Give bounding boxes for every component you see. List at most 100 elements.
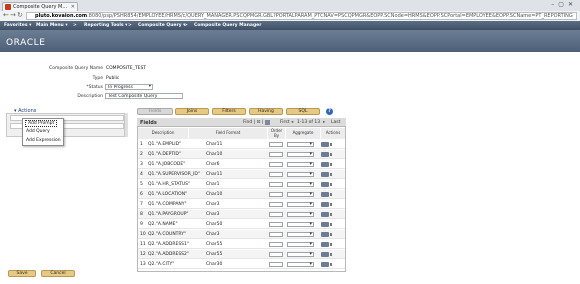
row-actions-icon[interactable] <box>321 141 332 147</box>
url-domain: pluto.kovaion.com <box>35 13 88 19</box>
row-description: Q2."A.ADDRESS1" <box>148 242 189 247</box>
favorites-menu[interactable]: Favorites ▾ <box>4 21 31 30</box>
row-number: 13 <box>140 262 146 267</box>
row-actions-icon[interactable] <box>321 231 332 237</box>
actions-menu: Add Prompt Add Query Add Expression <box>22 118 64 146</box>
row-actions-icon[interactable] <box>321 181 332 187</box>
aggregate-select[interactable] <box>287 201 314 207</box>
status-select-value: In Progress <box>108 85 133 90</box>
row-actions-icon[interactable] <box>321 251 332 257</box>
grid-view-icon[interactable] <box>265 120 270 125</box>
aggregate-select[interactable] <box>287 141 314 147</box>
aggregate-select[interactable] <box>287 191 314 197</box>
actions-scrollbar[interactable] <box>124 113 128 137</box>
tab-joins[interactable]: Joins <box>175 108 209 115</box>
row-field-format: Char10 <box>206 192 223 197</box>
row-number: 8 <box>140 212 143 217</box>
address-bar[interactable]: pluto.kovaion.com:8080/psp/PSHR854/EMPLO… <box>26 12 577 20</box>
save-button[interactable]: Save <box>8 270 36 277</box>
cancel-button[interactable]: Cancel <box>41 270 75 277</box>
main-menu[interactable]: Main Menu ▾ <box>36 21 68 30</box>
order-by-input[interactable] <box>269 261 283 267</box>
window-controls[interactable]: –▢✕ <box>551 1 577 8</box>
row-field-format: Char3 <box>206 202 220 207</box>
menu-item-add-prompt[interactable]: Add Prompt <box>25 120 58 127</box>
next-icon[interactable]: ▸ <box>323 120 325 125</box>
aggregate-select[interactable] <box>287 241 314 247</box>
browser-tab[interactable]: Composite Query M... ✕ <box>2 2 78 11</box>
aggregate-select[interactable] <box>287 161 314 167</box>
aggregate-select[interactable] <box>287 261 314 267</box>
order-by-input[interactable] <box>269 251 283 257</box>
aggregate-select[interactable] <box>287 231 314 237</box>
type-label: Type <box>92 76 103 81</box>
tab-having[interactable]: Having <box>249 108 283 115</box>
breadcrumb-separator: > <box>128 23 132 28</box>
table-row: 6 Q1."A.LOCATION" Char10 <box>138 190 345 199</box>
aggregate-select[interactable] <box>287 151 314 157</box>
column-header-order-by: Order By <box>268 128 285 139</box>
breadcrumb-reporting-tools[interactable]: Reporting Tools ▾ <box>84 21 127 30</box>
aggregate-select[interactable] <box>287 171 314 177</box>
breadcrumb-separator: > <box>73 23 77 28</box>
status-select[interactable]: In Progress ▾ <box>105 84 153 90</box>
back-icon[interactable]: ← <box>3 11 9 20</box>
chevron-down-icon: ▾ <box>148 84 151 89</box>
tab-filters[interactable]: Filters <box>212 108 246 115</box>
breadcrumb-composite-query-manager[interactable]: Composite Query Manager <box>194 21 261 30</box>
order-by-input[interactable] <box>269 181 283 187</box>
row-description: Q2."A.CITY" <box>148 262 175 267</box>
row-field-format: Char50 <box>206 222 223 227</box>
menu-item-add-expression[interactable]: Add Expression <box>26 138 61 143</box>
order-by-input[interactable] <box>269 211 283 217</box>
order-by-input[interactable] <box>269 151 283 157</box>
table-row: 2 Q1."A.DEPTID" Char10 <box>138 150 345 159</box>
row-actions-icon[interactable] <box>321 191 332 197</box>
row-field-format: Char10 <box>206 152 223 157</box>
grid-last-link[interactable]: Last <box>331 120 340 125</box>
prev-icon[interactable]: ◂ <box>291 120 293 125</box>
forward-icon[interactable]: → <box>10 11 16 20</box>
help-icon[interactable]: ? <box>326 108 333 115</box>
row-number: 1 <box>140 142 143 147</box>
column-header-actions: Actions <box>321 128 345 139</box>
ps-menubar: Favorites ▾ Main Menu ▾ > Reporting Tool… <box>0 21 580 30</box>
brand-header <box>0 30 580 52</box>
row-number: 6 <box>140 192 143 197</box>
menu-item-add-query[interactable]: Add Query <box>26 129 50 134</box>
aggregate-select[interactable] <box>287 181 314 187</box>
description-input[interactable]: Test Composite Query <box>105 93 183 99</box>
aggregate-select[interactable] <box>287 211 314 217</box>
row-actions-icon[interactable] <box>321 151 332 157</box>
order-by-input[interactable] <box>269 231 283 237</box>
tab-sql[interactable]: SQL <box>286 108 320 115</box>
tab-fields[interactable]: Fields <box>137 108 173 115</box>
row-actions-icon[interactable] <box>321 221 332 227</box>
order-by-input[interactable] <box>269 241 283 247</box>
row-actions-icon[interactable] <box>321 211 332 217</box>
row-actions-icon[interactable] <box>321 171 332 177</box>
row-actions-icon[interactable] <box>321 261 332 267</box>
query-name-value: COMPOSITE_TEST <box>106 66 147 71</box>
order-by-input[interactable] <box>269 161 283 167</box>
row-description: Q2."A.NAME" <box>148 222 178 227</box>
order-by-input[interactable] <box>269 141 283 147</box>
row-actions-icon[interactable] <box>321 201 332 207</box>
row-number: 4 <box>140 172 143 177</box>
order-by-input[interactable] <box>269 201 283 207</box>
row-actions-icon[interactable] <box>321 161 332 167</box>
aggregate-select[interactable] <box>287 251 314 257</box>
aggregate-select[interactable] <box>287 221 314 227</box>
row-description: Q2."A.ADDRESS2" <box>148 252 189 257</box>
order-by-input[interactable] <box>269 221 283 227</box>
grid-find-link[interactable]: Find | ⊡ | <box>243 120 263 125</box>
row-actions-icon[interactable] <box>321 241 332 247</box>
order-by-input[interactable] <box>269 171 283 177</box>
close-tab-icon[interactable]: ✕ <box>71 3 75 11</box>
grid-first-link[interactable]: First <box>280 120 289 125</box>
row-description: Q1."A.HR_STATUS" <box>148 182 191 187</box>
reload-icon[interactable]: ↻ <box>17 11 23 20</box>
order-by-input[interactable] <box>269 191 283 197</box>
breadcrumb-separator: > <box>184 23 188 28</box>
breadcrumb-composite-query[interactable]: Composite Query ▾ <box>138 21 185 30</box>
